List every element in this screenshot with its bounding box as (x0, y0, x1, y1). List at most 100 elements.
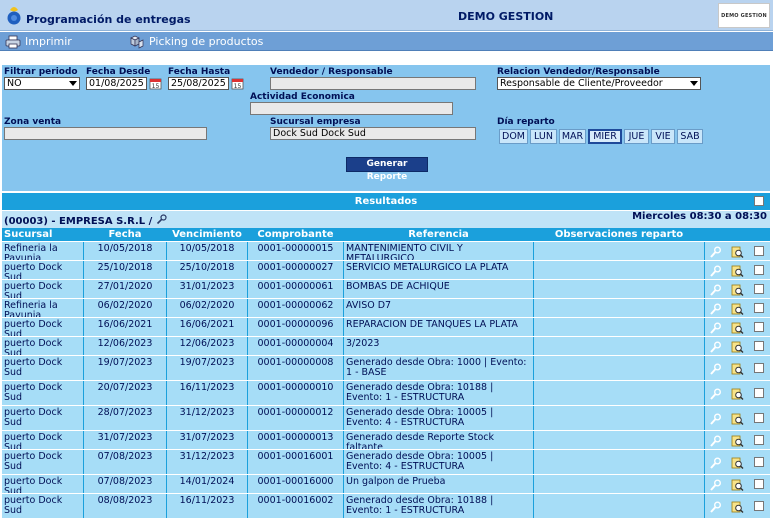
cell-comp: 0001-00016002 (248, 494, 343, 518)
day-mier-button[interactable]: MIER (588, 129, 622, 144)
cell-sucursal: puerto Dock Sud (2, 261, 83, 279)
desde-label: Fecha Desde (86, 67, 151, 77)
edit-wrench-icon[interactable] (709, 265, 722, 278)
periodo-value: NO (7, 78, 22, 89)
cell-comp-text: 0001-00000004 (257, 338, 334, 349)
edit-wrench-icon[interactable] (709, 322, 722, 335)
calendar-icon[interactable]: 15 (231, 77, 244, 90)
row-checkbox[interactable] (754, 479, 764, 489)
row-checkbox[interactable] (754, 322, 764, 332)
table-row[interactable]: Refineria la Payunia 10/05/2018 10/05/2018… (2, 242, 770, 260)
search-document-icon[interactable] (731, 246, 744, 259)
row-checkbox[interactable] (754, 413, 764, 423)
row-checkbox[interactable] (754, 265, 764, 275)
periodo-select[interactable]: NO (4, 77, 80, 90)
row-checkbox[interactable] (754, 284, 764, 294)
edit-wrench-icon[interactable] (709, 363, 722, 376)
company-logo: DEMO GESTION (718, 3, 770, 28)
generate-report-button[interactable]: Generar Reporte (346, 157, 428, 182)
edit-wrench-icon[interactable] (709, 457, 722, 470)
day-sab-button[interactable]: SAB (677, 129, 703, 144)
day-mar-button[interactable]: MAR (559, 129, 586, 144)
search-document-icon[interactable] (731, 303, 744, 316)
cell-obs (534, 318, 704, 336)
table-row[interactable]: puerto Dock Sud 25/10/2018 25/10/2018 0001-… (2, 261, 770, 279)
relacion-select[interactable]: Responsable de Cliente/Proveedor (497, 77, 701, 90)
row-checkbox[interactable] (754, 363, 764, 373)
zona-label: Zona venta (4, 117, 62, 127)
table-row[interactable]: puerto Dock Sud 07/08/2023 31/12/2023 0001-… (2, 450, 770, 474)
day-vie-button[interactable]: VIE (651, 129, 675, 144)
edit-wrench-icon[interactable] (709, 341, 722, 354)
search-document-icon[interactable] (731, 479, 744, 492)
search-document-icon[interactable] (731, 265, 744, 278)
table-row[interactable]: puerto Dock Sud 16/06/2021 16/06/2021 0001-… (2, 318, 770, 336)
cell-venc: 16/11/2023 (167, 494, 247, 518)
table-row[interactable]: puerto Dock Sud 28/07/2023 31/12/2023 0001-… (2, 406, 770, 430)
table-row[interactable]: puerto Dock Sud 08/08/2023 16/11/2023 0001-… (2, 494, 770, 518)
cell-sucursal: puerto Dock Sud (2, 475, 83, 493)
search-document-icon[interactable] (731, 435, 744, 448)
search-document-icon[interactable] (731, 413, 744, 426)
table-row[interactable]: puerto Dock Sud 07/08/2023 14/01/2024 0001-… (2, 475, 770, 493)
row-checkbox[interactable] (754, 341, 764, 351)
edit-wrench-icon[interactable] (709, 246, 722, 259)
table-row[interactable]: puerto Dock Sud 12/06/2023 12/06/2023 0001-… (2, 337, 770, 355)
row-checkbox[interactable] (754, 457, 764, 467)
row-checkbox[interactable] (754, 501, 764, 511)
row-checkbox[interactable] (754, 246, 764, 256)
table-row[interactable]: puerto Dock Sud 19/07/2023 19/07/2023 0001-… (2, 356, 770, 380)
page-title: Programación de entregas (26, 13, 191, 26)
actividad-input[interactable] (250, 102, 453, 115)
col-vencimiento: Vencimiento (172, 229, 242, 240)
search-document-icon[interactable] (731, 284, 744, 297)
desde-input[interactable]: 01/08/2025 (86, 77, 147, 90)
edit-wrench-icon[interactable] (709, 284, 722, 297)
zona-input[interactable] (4, 127, 207, 140)
cell-fecha: 25/10/2018 (84, 261, 166, 279)
search-document-icon[interactable] (731, 388, 744, 401)
edit-wrench-icon[interactable] (709, 303, 722, 316)
search-document-icon[interactable] (731, 322, 744, 335)
cell-ref: 3/2023 (344, 337, 533, 355)
row-checkbox[interactable] (754, 388, 764, 398)
vendedor-input[interactable] (270, 77, 476, 90)
row-checkbox[interactable] (754, 303, 764, 313)
edit-wrench-icon[interactable] (156, 214, 167, 225)
edit-wrench-icon[interactable] (709, 479, 722, 492)
sucursal-input[interactable]: Dock Sud Dock Sud (270, 127, 476, 140)
edit-wrench-icon[interactable] (709, 501, 722, 514)
hasta-input[interactable]: 25/08/2025 (168, 77, 229, 90)
picking-button[interactable]: Picking de productos (129, 34, 263, 49)
results-header: Resultados (2, 193, 770, 210)
select-all-checkbox[interactable] (754, 196, 764, 206)
cell-fecha-text: 31/07/2023 (97, 432, 153, 443)
cell-sucursal-text: puerto Dock Sud (4, 495, 63, 516)
table-row[interactable]: puerto Dock Sud 27/01/2020 31/01/2023 0001-… (2, 280, 770, 298)
cell-comp-text: 0001-00016001 (257, 451, 334, 462)
row-checkbox[interactable] (754, 435, 764, 445)
search-document-icon[interactable] (731, 341, 744, 354)
cell-venc-text: 19/07/2023 (179, 357, 235, 368)
table-row[interactable]: puerto Dock Sud 31/07/2023 31/07/2023 0001-… (2, 431, 770, 449)
results-title: Resultados (354, 196, 418, 207)
print-button[interactable]: Imprimir (5, 34, 72, 49)
day-dom-button[interactable]: DOM (499, 129, 528, 144)
table-row[interactable]: Refineria la Payunia 06/02/2020 06/02/2020… (2, 299, 770, 317)
search-document-icon[interactable] (731, 501, 744, 514)
search-document-icon[interactable] (731, 363, 744, 376)
relacion-value: Responsable de Cliente/Proveedor (500, 78, 663, 89)
table-row[interactable]: puerto Dock Sud 20/07/2023 16/11/2023 0001-… (2, 381, 770, 405)
cell-venc-text: 31/12/2023 (179, 451, 235, 462)
calendar-icon[interactable]: 15 (149, 77, 162, 90)
search-document-icon[interactable] (731, 457, 744, 470)
cell-comp-text: 0001-00000010 (257, 382, 334, 393)
day-lun-button[interactable]: LUN (530, 129, 557, 144)
cell-comp: 0001-00000013 (248, 431, 343, 449)
cell-sucursal: Refineria la Payunia (2, 299, 83, 317)
edit-wrench-icon[interactable] (709, 435, 722, 448)
cell-comp: 0001-00000004 (248, 337, 343, 355)
edit-wrench-icon[interactable] (709, 413, 722, 426)
edit-wrench-icon[interactable] (709, 388, 722, 401)
day-jue-button[interactable]: JUE (624, 129, 649, 144)
